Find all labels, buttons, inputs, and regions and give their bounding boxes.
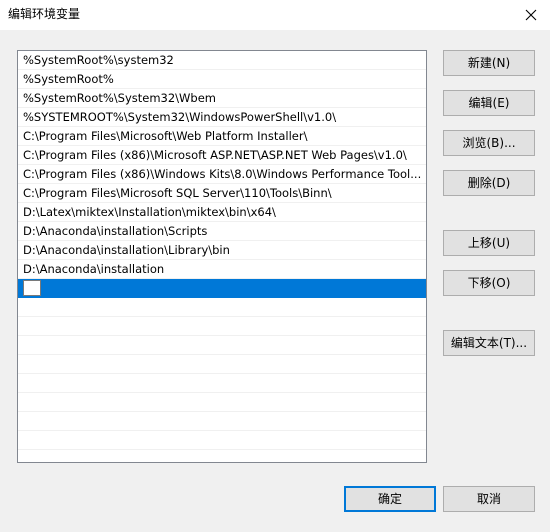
list-empty-row [18, 431, 426, 450]
close-button[interactable] [512, 0, 550, 30]
close-icon [525, 9, 537, 21]
window-title: 编辑环境变量 [8, 7, 81, 21]
edit-text-button[interactable]: 编辑文本(T)... [443, 330, 535, 356]
list-item[interactable]: C:\Program Files\Microsoft SQL Server\11… [18, 184, 426, 203]
path-list[interactable]: %SystemRoot%\system32 %SystemRoot% %Syst… [17, 50, 427, 463]
list-item[interactable]: D:\Anaconda\installation\Library\bin [18, 241, 426, 260]
list-item[interactable]: %SystemRoot%\System32\Wbem [18, 89, 426, 108]
move-down-button[interactable]: 下移(O) [443, 270, 535, 296]
list-empty-row [18, 298, 426, 317]
title-bar: 编辑环境变量 [0, 0, 550, 30]
list-empty-row [18, 336, 426, 355]
list-item[interactable]: %SystemRoot% [18, 70, 426, 89]
list-empty-row [18, 317, 426, 336]
new-button[interactable]: 新建(N) [443, 50, 535, 76]
delete-button[interactable]: 删除(D) [443, 170, 535, 196]
list-item[interactable]: C:\Program Files\Microsoft\Web Platform … [18, 127, 426, 146]
list-item[interactable]: %SYSTEMROOT%\System32\WindowsPowerShell\… [18, 108, 426, 127]
list-item[interactable]: %SystemRoot%\system32 [18, 51, 426, 70]
list-empty-row [18, 355, 426, 374]
list-item[interactable]: D:\Anaconda\installation\Scripts [18, 222, 426, 241]
list-item[interactable]: D:\Latex\miktex\Installation\miktex\bin\… [18, 203, 426, 222]
list-item[interactable]: C:\Program Files (x86)\Microsoft ASP.NET… [18, 146, 426, 165]
new-path-input[interactable] [23, 280, 41, 296]
browse-button[interactable]: 浏览(B)... [443, 130, 535, 156]
list-item[interactable]: C:\Program Files (x86)\Windows Kits\8.0\… [18, 165, 426, 184]
move-up-button[interactable]: 上移(U) [443, 230, 535, 256]
edit-button[interactable]: 编辑(E) [443, 90, 535, 116]
list-empty-row [18, 412, 426, 431]
list-item-selected[interactable] [18, 279, 426, 298]
list-empty-row [18, 374, 426, 393]
ok-button[interactable]: 确定 [344, 486, 436, 512]
cancel-button[interactable]: 取消 [443, 486, 535, 512]
list-empty-row [18, 393, 426, 412]
edit-environment-variable-dialog: 编辑环境变量 %SystemRoot%\system32 %SystemRoot… [0, 0, 550, 532]
list-item[interactable]: D:\Anaconda\installation [18, 260, 426, 279]
